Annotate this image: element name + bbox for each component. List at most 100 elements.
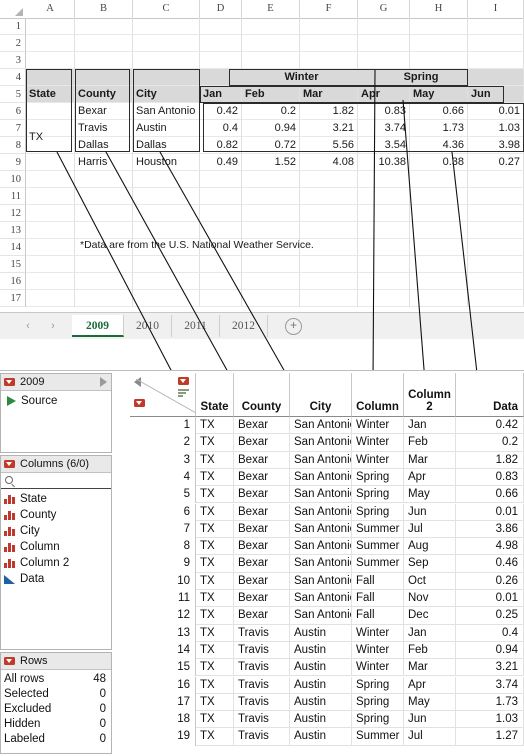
cell-B2[interactable] (75, 35, 133, 52)
cell-G1[interactable] (358, 18, 410, 35)
run-script-icon[interactable] (7, 396, 16, 406)
value-cell-r9-G[interactable]: 10.38 (358, 154, 410, 171)
row-header-12[interactable]: 12 (0, 205, 26, 222)
cell-G3[interactable] (358, 52, 410, 69)
table-row[interactable]: 15 TX Travis Austin Winter Mar 3.21 (130, 659, 524, 677)
cell-C10[interactable] (133, 171, 200, 188)
cell-state[interactable]: TX (196, 451, 234, 469)
cell-data[interactable]: 0.25 (456, 607, 524, 625)
cell-C13[interactable] (133, 222, 200, 239)
collapse-chevron-icon[interactable] (100, 377, 107, 387)
cell-H1[interactable] (410, 18, 468, 35)
cell-data[interactable]: 0.01 (456, 590, 524, 608)
cell-county[interactable]: Travis (234, 659, 290, 677)
cell-column-2[interactable]: Jun (404, 503, 456, 521)
cell-G17[interactable] (358, 290, 410, 307)
row-header-1[interactable]: 1 (0, 18, 26, 35)
cell-data[interactable]: 3.21 (456, 659, 524, 677)
row-number[interactable]: 9 (130, 555, 196, 573)
cell-data[interactable]: 0.4 (456, 624, 524, 642)
cell-F1[interactable] (300, 18, 358, 35)
column-header-i[interactable]: I (468, 0, 524, 19)
grid-column-header-column-2[interactable]: Column 2 (404, 373, 456, 417)
cell-county[interactable]: Bexar (234, 520, 290, 539)
cell-city[interactable]: San Antonio (290, 486, 352, 504)
cell-B3[interactable] (75, 52, 133, 69)
column-item-city[interactable]: City (1, 523, 111, 539)
row-header-13[interactable]: 13 (0, 222, 26, 239)
cell-G10[interactable] (358, 171, 410, 188)
cell-E10[interactable] (242, 171, 300, 188)
cell-H11[interactable] (410, 188, 468, 205)
cell-column[interactable]: Spring (352, 711, 404, 729)
rows-panel-header[interactable]: Rows (1, 653, 111, 670)
table-row[interactable]: 1 TX Bexar San Antonio Winter Jan 0.42 (130, 417, 524, 435)
column-item-column-2[interactable]: Column 2 (1, 555, 111, 571)
cell-G13[interactable] (358, 222, 410, 239)
cell-C3[interactable] (133, 52, 200, 69)
row-header-2[interactable]: 2 (0, 35, 26, 52)
cell-city[interactable]: San Antonio (290, 417, 352, 435)
cell-state[interactable]: TX (196, 555, 234, 573)
column-header-e[interactable]: E (242, 0, 300, 19)
row-header-16[interactable]: 16 (0, 273, 26, 290)
cell-column[interactable]: Spring (352, 676, 404, 694)
add-sheet-icon[interactable]: + (285, 318, 302, 335)
cell-column[interactable]: Winter (352, 641, 404, 660)
cell-county[interactable]: Bexar (234, 468, 290, 487)
cell-F16[interactable] (300, 273, 358, 290)
cell-data[interactable]: 0.94 (456, 641, 524, 660)
row-number[interactable]: 11 (130, 590, 196, 608)
value-cell-r9-F[interactable]: 4.08 (300, 154, 358, 171)
cell-E15[interactable] (242, 256, 300, 273)
cell-B12[interactable] (75, 205, 133, 222)
cell-state[interactable]: TX (196, 417, 234, 435)
cell-column-2[interactable]: Apr (404, 676, 456, 694)
cell-state[interactable]: TX (196, 434, 234, 452)
column-header-h[interactable]: H (410, 0, 468, 19)
cell-column[interactable]: Spring (352, 693, 404, 712)
grid-column-header-city[interactable]: City (290, 373, 352, 417)
cell-county[interactable]: Bexar (234, 451, 290, 469)
cell-I1[interactable] (468, 18, 524, 35)
row-number[interactable]: 17 (130, 693, 196, 712)
cell-data[interactable]: 0.66 (456, 486, 524, 504)
cell-D17[interactable] (200, 290, 242, 307)
cell-county[interactable]: Bexar (234, 434, 290, 452)
cell-data[interactable]: 1.27 (456, 728, 524, 746)
table-row[interactable]: 7 TX Bexar San Antonio Summer Jul 3.86 (130, 520, 524, 539)
cell-state[interactable]: TX (196, 590, 234, 608)
cell-city[interactable]: San Antonio (290, 451, 352, 469)
cell-D12[interactable] (200, 205, 242, 222)
cell-I12[interactable] (468, 205, 524, 222)
cell-state[interactable]: TX (196, 693, 234, 712)
column-header-c[interactable]: C (133, 0, 200, 19)
row-header-4[interactable]: 4 (0, 69, 26, 86)
cell-B16[interactable] (75, 273, 133, 290)
table-row[interactable]: 18 TX Travis Austin Spring Jun 1.03 (130, 711, 524, 729)
cell-column-2[interactable]: Feb (404, 434, 456, 452)
prev-sheet-arrow[interactable]: ‹ (22, 320, 34, 332)
table-row[interactable]: 3 TX Bexar San Antonio Winter Mar 1.82 (130, 451, 524, 469)
cell-A12[interactable] (26, 205, 75, 222)
cell-city[interactable]: San Antonio (290, 434, 352, 452)
cell-F17[interactable] (300, 290, 358, 307)
cell-column-2[interactable]: Feb (404, 641, 456, 660)
cell-I14[interactable] (468, 239, 524, 256)
cell-city[interactable]: San Antonio (290, 607, 352, 625)
cell-D15[interactable] (200, 256, 242, 273)
cell-A10[interactable] (26, 171, 75, 188)
row-number[interactable]: 2 (130, 434, 196, 452)
cell-county[interactable]: Travis (234, 693, 290, 712)
row-number[interactable]: 19 (130, 728, 196, 746)
table-row[interactable]: 16 TX Travis Austin Spring Apr 3.74 (130, 676, 524, 694)
cell-C1[interactable] (133, 18, 200, 35)
cell-C11[interactable] (133, 188, 200, 205)
cell-I13[interactable] (468, 222, 524, 239)
cell-I10[interactable] (468, 171, 524, 188)
cell-C16[interactable] (133, 273, 200, 290)
row-number[interactable]: 5 (130, 486, 196, 504)
cell-A13[interactable] (26, 222, 75, 239)
cell-H3[interactable] (410, 52, 468, 69)
sheet-tab-2012[interactable]: 2012 (220, 315, 268, 337)
